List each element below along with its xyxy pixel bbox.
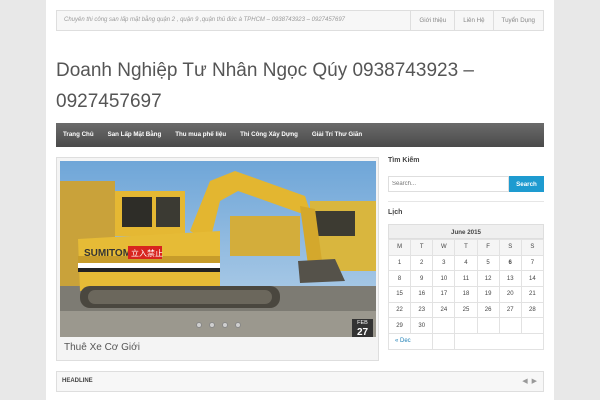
weekday-header: W xyxy=(432,239,456,256)
calendar-empty-cell xyxy=(454,317,478,335)
arrow-right-icon[interactable]: ▶ xyxy=(532,377,537,385)
calendar-day: 22 xyxy=(387,301,412,319)
top-bar: Chuyên thi công san lấp mặt bằng quận 2 … xyxy=(56,10,544,31)
date-badge: FEB 27 xyxy=(352,319,373,337)
arrow-left-icon[interactable]: ◀ xyxy=(522,377,527,385)
calendar-day: 25 xyxy=(454,301,478,319)
nav-item-san-lap-mat-bang[interactable]: San Lấp Mặt Bằng xyxy=(101,123,169,147)
calendar-day: 4 xyxy=(454,254,478,272)
nav-item-trang-chu[interactable]: Trang Chủ xyxy=(56,123,101,147)
calendar-footer-spacer xyxy=(432,333,456,350)
calendar-day: 30 xyxy=(410,317,434,335)
date-day: 27 xyxy=(356,327,369,337)
top-links: Giới thiệu Liên Hệ Tuyển Dụng xyxy=(410,11,543,30)
calendar-day: 24 xyxy=(432,301,456,319)
slide-caption[interactable]: Thuê Xe Cơ Giới xyxy=(64,342,140,353)
weekday-header: T xyxy=(410,239,434,256)
calendar-empty-cell xyxy=(476,317,500,335)
warning-sign: 立入禁止 xyxy=(131,248,163,258)
headline-label: HEADLINE xyxy=(62,378,93,384)
slider-dot[interactable] xyxy=(208,322,215,328)
calendar-day: 20 xyxy=(498,286,522,303)
calendar-week: 22 23 24 25 26 27 28 xyxy=(387,301,545,319)
slider-dot[interactable] xyxy=(221,322,228,328)
nav-item-thi-cong-xay-dung[interactable]: Thi Công Xây Dựng xyxy=(233,123,305,147)
nav-item-thu-mua-phe-lieu[interactable]: Thu mua phế liệu xyxy=(168,123,233,147)
slider-dots xyxy=(60,322,376,328)
calendar-day: 27 xyxy=(498,301,522,319)
top-link-lien-he[interactable]: Liên Hệ xyxy=(454,11,492,30)
headline-bar: HEADLINE ◀ ▶ xyxy=(56,371,544,392)
weekday-header: T xyxy=(454,239,478,256)
calendar-day: 13 xyxy=(498,270,522,288)
top-link-gioi-thieu[interactable]: Giới thiệu xyxy=(410,11,454,30)
search-widget-title: Tìm Kiếm xyxy=(388,157,420,164)
calendar-day: 1 xyxy=(387,254,412,272)
calendar-day: 7 xyxy=(520,254,545,272)
weekday-header: S xyxy=(498,239,522,256)
weekday-header: S xyxy=(520,239,545,256)
calendar-empty-cell xyxy=(432,317,456,335)
calendar-caption: June 2015 xyxy=(388,224,544,239)
calendar-widget-title: Lịch xyxy=(388,209,403,216)
calendar-day: 26 xyxy=(476,301,500,319)
calendar-day: 23 xyxy=(410,301,434,319)
calendar-day: 9 xyxy=(410,270,434,288)
calendar-day: 28 xyxy=(520,301,545,319)
search-form: Search xyxy=(388,176,544,192)
calendar-day: 10 xyxy=(432,270,456,288)
calendar-empty-cell xyxy=(498,317,522,335)
search-input[interactable] xyxy=(388,176,509,192)
calendar-week: 8 9 10 11 12 13 14 xyxy=(387,270,545,288)
calendar-day: 19 xyxy=(476,286,500,303)
calendar-day: 17 xyxy=(432,286,456,303)
slider-dot[interactable] xyxy=(195,322,202,328)
calendar-day: 29 xyxy=(387,317,412,335)
calendar-day: 21 xyxy=(520,286,545,303)
calendar-day: 14 xyxy=(520,270,545,288)
calendar-week: 29 30 xyxy=(387,317,545,335)
headline-arrows: ◀ ▶ xyxy=(522,377,537,385)
divider xyxy=(388,201,544,202)
calendar-day: 15 xyxy=(387,286,412,303)
calendar-footer-spacer xyxy=(454,333,544,350)
main-nav: Trang Chủ San Lấp Mặt Bằng Thu mua phế l… xyxy=(56,123,544,147)
site-title[interactable]: Doanh Nghiệp Tư Nhân Ngọc Qúy 0938743923… xyxy=(56,55,516,117)
calendar-week: 1234567 xyxy=(387,254,545,272)
calendar-day: 5 xyxy=(476,254,500,272)
date-month: FEB xyxy=(357,320,368,326)
slider-dot[interactable] xyxy=(234,322,241,328)
featured-slider: SUMITOMO 立入禁止 FEB 27 Thuê Xe Cơ Giới xyxy=(56,157,379,361)
calendar-day: 18 xyxy=(454,286,478,303)
calendar-empty-cell xyxy=(520,317,545,335)
calendar-day: 2 xyxy=(410,254,434,272)
calendar-day: 11 xyxy=(454,270,478,288)
weekday-header: M xyxy=(387,239,412,256)
site-tagline: Chuyên thi công san lấp mặt bằng quận 2 … xyxy=(64,17,346,23)
calendar-prev-link[interactable]: « Dec xyxy=(387,333,434,350)
slide-image[interactable]: SUMITOMO 立入禁止 FEB 27 xyxy=(60,161,376,337)
nav-item-giai-tri-thu-gian[interactable]: Giải Trí Thư Giãn xyxy=(305,123,369,147)
calendar-week: 15 16 17 18 19 20 21 xyxy=(387,286,545,303)
excavator-image: SUMITOMO 立入禁止 xyxy=(60,161,376,337)
calendar-day: 3 xyxy=(432,254,456,272)
sidebar: Tìm Kiếm Search Lịch June 2015 M T W T F… xyxy=(387,157,545,350)
calendar-day: 6 xyxy=(498,254,522,272)
page: Chuyên thi công san lấp mặt bằng quận 2 … xyxy=(46,0,554,400)
search-button[interactable]: Search xyxy=(509,176,544,192)
weekday-header: F xyxy=(476,239,500,256)
top-link-tuyen-dung[interactable]: Tuyển Dụng xyxy=(492,11,543,30)
calendar-day: 12 xyxy=(476,270,500,288)
calendar: June 2015 M T W T F S S 1 2 3 4 5 6 7 8 9 10 11 12 1… xyxy=(387,224,545,350)
calendar-day: 16 xyxy=(410,286,434,303)
calendar-day: 8 xyxy=(387,270,412,288)
